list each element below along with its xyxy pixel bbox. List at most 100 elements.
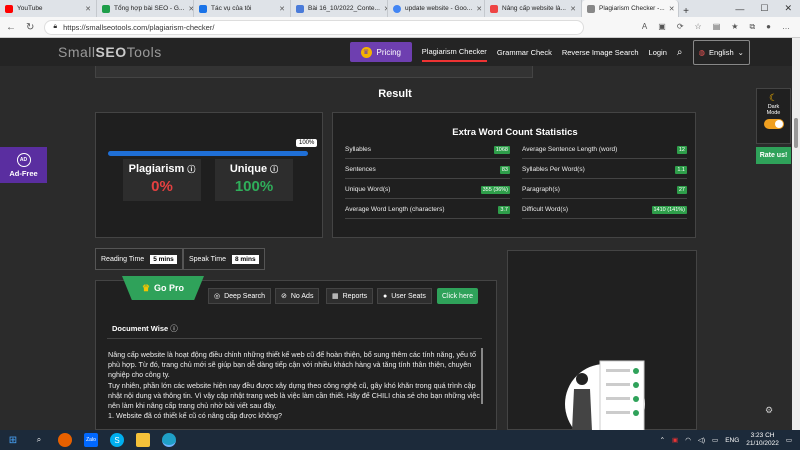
search-icon[interactable]: ⌕ [32, 433, 46, 447]
browser-tab[interactable]: Bài 16_10/2022_Conte...✕ [291, 0, 388, 17]
plagiarism-value: 0% [151, 178, 173, 195]
close-tab-icon[interactable]: ✕ [476, 5, 482, 13]
stat-row: Difficult Word(s) 1410 (141%) [522, 201, 687, 219]
stats-title: Extra Word Count Statistics [452, 127, 578, 138]
split-screen-icon[interactable]: ▤ [713, 22, 721, 32]
profile-icon[interactable]: ● [766, 22, 771, 32]
settings-gear-icon[interactable]: ⚙ [765, 405, 773, 416]
click-here-button[interactable]: Click here [437, 288, 478, 304]
info-icon[interactable]: ⓘ [270, 165, 278, 174]
stat-row: Syllables 1068 [345, 141, 510, 159]
firefox-icon[interactable] [58, 433, 72, 447]
search-icon[interactable]: ⌕ [677, 47, 683, 58]
rate-us-button[interactable]: Rate us! [756, 147, 791, 164]
info-icon[interactable]: ⓘ [170, 324, 178, 333]
edge-icon[interactable] [162, 433, 176, 447]
file-explorer-icon[interactable] [136, 433, 150, 447]
back-icon[interactable]: ← [6, 22, 16, 33]
reading-time-box: Reading Time 5 mins [95, 248, 183, 270]
app-icon[interactable]: ▣ [658, 22, 666, 32]
document-scrollbar[interactable] [481, 348, 483, 404]
moon-icon: ☾ [769, 93, 778, 104]
zalo-icon[interactable]: Zalo [84, 433, 98, 447]
nav-reverse-image-search[interactable]: Reverse Image Search [562, 44, 639, 61]
close-tab-icon[interactable]: ✕ [669, 5, 675, 13]
tasks-icon [199, 4, 207, 13]
skype-icon[interactable]: S [110, 433, 124, 447]
word-count-stats-panel: Extra Word Count Statistics Syllables 106… [332, 112, 696, 238]
browser-tab[interactable]: Tổng hợp bài SEO - G... ✕ [97, 0, 194, 17]
address-bar-row: ← ↻ 🔒︎ https://smallseotools.com/plagiar… [0, 17, 800, 38]
minimize-icon[interactable]: — [735, 4, 744, 14]
reload-icon[interactable]: ↻ [26, 22, 34, 33]
stat-row: Average Sentence Length (word) 12 [522, 141, 687, 159]
url-field[interactable]: 🔒︎ https://smallseotools.com/plagiarism-… [44, 19, 585, 35]
collections-icon[interactable]: ⧉ [749, 22, 755, 32]
info-icon[interactable]: ⓘ [187, 165, 195, 174]
go-pro-button[interactable]: ♛ Go Pro [122, 276, 204, 300]
browser-tab[interactable]: YouTube ✕ [0, 0, 97, 17]
favorites-icon[interactable]: ★ [731, 22, 738, 32]
stat-badge: 27 [676, 185, 687, 194]
tab-title: YouTube [17, 5, 43, 12]
chevron-up-icon[interactable]: ⌃ [660, 436, 665, 444]
no-ads-icon: ⊘ [281, 293, 287, 300]
windows-start-icon[interactable]: ⊞ [6, 433, 20, 447]
notification-icon[interactable]: ▭ [786, 436, 792, 444]
document-paragraph: Tuy nhiên, phần lớn các website hiện nay… [108, 380, 480, 411]
clock[interactable]: 3:23 CH 21/10/2022 [746, 432, 779, 448]
close-tab-icon[interactable]: ✕ [85, 5, 91, 13]
volume-icon[interactable]: ◁) [698, 436, 705, 444]
tab-title: Nâng cấp website là... [502, 5, 566, 12]
checklist-illustration [565, 360, 645, 431]
url-text: https://smallseotools.com/plagiarism-che… [63, 22, 215, 32]
scrollbar-thumb[interactable] [794, 118, 798, 148]
read-aloud-icon[interactable]: A [642, 22, 647, 32]
feature-no-ads: ⊘ No Ads [275, 288, 320, 304]
docs-icon [296, 4, 304, 13]
language-indicator[interactable]: ENG [725, 437, 739, 444]
more-menu-icon[interactable]: … [782, 22, 790, 32]
stat-badge: 355 (36%) [480, 185, 510, 194]
progress-bar [108, 151, 308, 156]
report-icon: ▦ [332, 293, 339, 300]
unique-value: 100% [234, 178, 274, 195]
browser-tab[interactable]: Nâng cấp website là... ✕ [485, 0, 582, 17]
document-paragraph: Nâng cấp website là hoạt động điều chỉnh… [108, 350, 477, 380]
nav-plagiarism-checker[interactable]: Plagiarism Checker [421, 43, 487, 62]
smallseotools-logo[interactable]: SmallSEOTools [58, 44, 162, 60]
close-window-icon[interactable]: ✕ [784, 3, 792, 14]
maximize-icon[interactable]: ☐ [760, 3, 768, 14]
page-scrollbar[interactable] [792, 38, 800, 430]
illustration-panel [507, 250, 697, 431]
close-tab-icon[interactable]: ✕ [570, 5, 576, 13]
antivirus-icon[interactable]: ▣ [672, 436, 678, 444]
refresh-page-icon[interactable]: ⟳ [677, 22, 684, 32]
youtube-icon [5, 4, 13, 13]
sheets-icon [102, 4, 110, 13]
progress-percent: 100% [296, 139, 318, 147]
new-tab-button[interactable]: + [679, 6, 693, 17]
pricing-button[interactable]: ♛ Pricing [349, 42, 412, 62]
network-icon[interactable]: ◠ [685, 436, 691, 444]
tab-title: Bài 16_10/2022_Conte... [308, 5, 380, 12]
battery-icon[interactable]: ▭ [712, 436, 718, 444]
close-tab-icon[interactable]: ✕ [279, 5, 285, 13]
ad-free-button[interactable]: AD Ad-Free [0, 147, 47, 183]
feature-reports: ▦ Reports [326, 288, 374, 304]
plagiarism-label: Plagiarism [128, 163, 185, 175]
browser-tab[interactable]: Tác vụ của tôi ✕ [194, 0, 291, 17]
speak-time-value: 8 mins [231, 254, 259, 264]
dark-mode-toggle[interactable] [763, 119, 784, 129]
favorite-star-icon[interactable]: ☆ [695, 22, 702, 32]
document-text[interactable]: Nâng cấp website là hoạt động điều chỉnh… [108, 350, 483, 421]
nav-login[interactable]: Login [649, 44, 667, 61]
windows-taskbar: ⊞ ⌕ Zalo S ⌃ ▣ ◠ ◁) ▭ ENG 3:23 CH 21/10/2… [0, 430, 800, 450]
stat-row: Average Word Length (characters) 3.7 [345, 201, 510, 219]
language-selector[interactable]: ◍ English ⌄ [692, 39, 750, 65]
feature-user-seats: ● User Seats [377, 288, 432, 304]
crown-icon: ♛ [141, 282, 151, 293]
nav-grammar-check[interactable]: Grammar Check [497, 44, 552, 61]
browser-tab[interactable]: update website - Goo... ✕ [388, 0, 485, 17]
browser-tab-active[interactable]: Plagiarism Checker -... ✕ [582, 0, 679, 17]
